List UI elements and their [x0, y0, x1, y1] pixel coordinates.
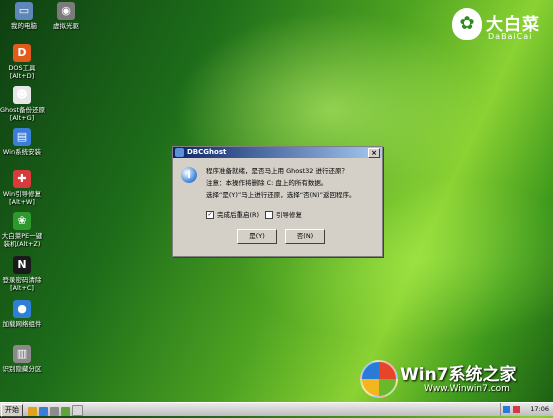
desktop-icon-virtual-cd[interactable]: ◉ 虚拟光驱: [44, 2, 88, 30]
start-button[interactable]: 开始: [1, 404, 23, 417]
dialog-titlebar[interactable]: DBCGhost ×: [173, 147, 382, 158]
watermark-main: Win7系统之家: [400, 365, 517, 385]
message-line-1: 程序准备就绪，是否马上用 Ghost32 进行还原？: [206, 167, 348, 175]
reboot-label: 完成后重启(R): [217, 211, 260, 219]
logo-subtitle: DaBaiCai: [488, 32, 533, 41]
desktop-icon-shortcut: [Alt+D]: [9, 72, 35, 80]
desktop-icon-my-computer[interactable]: ▭ 我的电脑: [2, 2, 46, 30]
checkbox-repair-box[interactable]: [265, 211, 273, 219]
network-tray-icon[interactable]: [503, 406, 510, 413]
cd-drive-icon: ◉: [57, 2, 75, 20]
close-button[interactable]: ×: [368, 148, 380, 158]
desktop-icon-label: 识别隐藏分区: [2, 365, 42, 373]
desktop-icon-label: Win系统安装: [2, 148, 42, 156]
taskbar: 开始 17:06: [0, 402, 553, 418]
desktop-icon-label: 加载网络组件: [2, 320, 42, 328]
desktop-icon-shortcut: [Alt+C]: [10, 284, 34, 292]
desktop-icon-label: Win引导修复: [2, 190, 42, 198]
dabaicai-logo: ✿ 大白菜 DaBaiCai: [452, 8, 548, 46]
boot-repair-checkbox[interactable]: 引导修复: [265, 209, 302, 219]
desktop-icon-label: Ghost备份还原: [0, 106, 46, 114]
watermark-url: Www.Winwin7.com: [424, 384, 510, 394]
desktop-icon-win-install[interactable]: ▤ Win系统安装: [0, 128, 44, 156]
desktop-icon-ghost-restore[interactable]: ☻ Ghost备份还原 [Alt+G]: [0, 86, 46, 122]
app-icon: [175, 148, 184, 157]
cabbage-icon: ❀: [13, 212, 31, 230]
desktop-icon-password-clear[interactable]: N 登录密码清除 [Alt+C]: [0, 256, 44, 292]
win7-watermark: Win7系统之家 Www.Winwin7.com: [360, 360, 550, 402]
reboot-checkbox[interactable]: ✓ 完成后重启(R): [206, 209, 259, 219]
desktop-icon-label: DOS工具: [8, 64, 36, 72]
info-icon: i: [181, 167, 197, 183]
desktop-icon-shortcut: 装机(Alt+Z): [3, 240, 41, 248]
desktop-icon-label: 登录密码清除: [2, 276, 42, 284]
desktop-icon-shortcut: [Alt+G]: [9, 114, 35, 122]
checkbox-reboot-box[interactable]: ✓: [206, 211, 214, 219]
desktop-icon-network[interactable]: ● 加载网络组件: [0, 300, 44, 328]
install-icon: ▤: [13, 128, 31, 146]
yes-button[interactable]: 是(Y): [237, 229, 277, 244]
nt-password-icon: N: [13, 256, 31, 274]
system-tray: 17:06: [500, 403, 553, 416]
desktop-icon-label: 虚拟光驱: [53, 22, 79, 30]
message-line-2: 注意：本操作将删除 C: 盘上的所有数据。: [206, 179, 328, 187]
disk-icon: ▥: [13, 345, 31, 363]
desktop-icon-label: 大白菜PE一键: [1, 232, 43, 240]
computer-icon: ▭: [15, 2, 33, 20]
desktop-icon-win-boot-repair[interactable]: ✚ Win引导修复 [Alt+W]: [0, 170, 44, 206]
ime-tray-icon[interactable]: [513, 406, 520, 413]
dialog-title: DBCGhost: [187, 148, 227, 156]
desktop-icon-dos-tools[interactable]: D DOS工具 [Alt+D]: [0, 44, 44, 80]
repair-icon: ✚: [13, 170, 31, 188]
dbcghost-dialog: DBCGhost × i 程序准备就绪，是否马上用 Ghost32 进行还原？ …: [172, 146, 383, 257]
no-button[interactable]: 否(N): [285, 229, 325, 244]
quick-launch: [28, 405, 85, 418]
window-icon[interactable]: [72, 405, 83, 416]
desktop-icon-label: 我的电脑: [11, 22, 37, 30]
windows-logo-icon: [360, 360, 398, 398]
ghost-icon: ☻: [13, 86, 31, 104]
dos-tool-icon: D: [13, 44, 31, 62]
desktop-icon-shortcut: [Alt+W]: [9, 198, 35, 206]
message-line-3: 选择“是(Y)”马上进行还原，选择“否(N)”返回程序。: [206, 191, 356, 199]
desktop-icon-dabaicai-pe[interactable]: ❀ 大白菜PE一键 装机(Alt+Z): [0, 212, 44, 248]
desktop-icon-partition[interactable]: ▥ 识别隐藏分区: [0, 345, 44, 373]
boot-repair-label: 引导修复: [276, 211, 302, 219]
cabbage-logo-icon: ✿: [452, 8, 482, 40]
clock[interactable]: 17:06: [530, 403, 549, 416]
network-globe-icon: ●: [13, 300, 31, 318]
